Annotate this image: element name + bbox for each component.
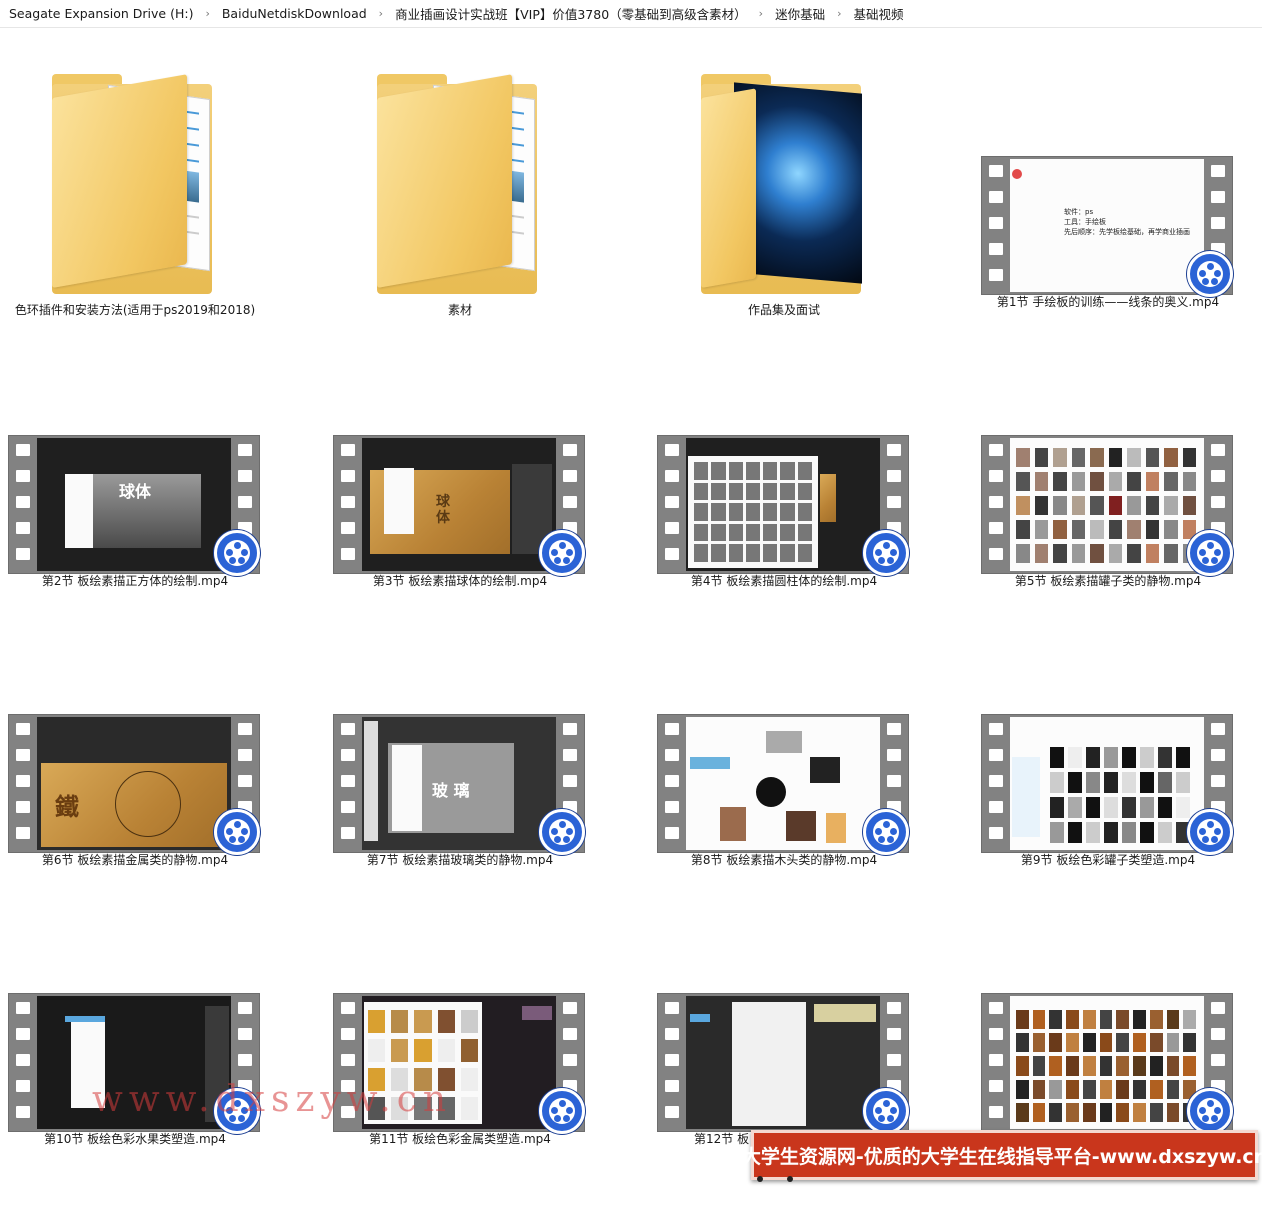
folder-item[interactable]: 色环插件和安装方法(适用于ps2019和2018) <box>0 40 270 317</box>
video-item[interactable]: 球体 第2节 板绘素描正方体的绘制.mp4 <box>0 430 270 670</box>
promo-banner-text: 大学生资源网-优质的大学生在线指导平台-www.dxszyw.cn <box>741 1145 1262 1168</box>
thumb-text-1: 软件：ps <box>1064 208 1094 216</box>
video-item[interactable]: 第8节 板绘素描木头类的静物.mp4 <box>649 709 919 949</box>
player-badge-icon <box>863 809 909 855</box>
player-badge-icon <box>214 530 260 576</box>
item-label: 作品集及面试 <box>747 303 820 317</box>
player-badge-icon <box>1187 1088 1233 1134</box>
item-label: 素材 <box>447 303 472 317</box>
breadcrumb: Seagate Expansion Drive (H:) › BaiduNetd… <box>0 0 1262 28</box>
folder-icon <box>0 40 270 294</box>
player-badge-icon <box>214 809 260 855</box>
item-label: 第1节 手绘板的训练——线条的奥义.mp4 <box>996 295 1220 309</box>
thumb-text-2: 工具：手绘板 <box>1064 218 1106 226</box>
thumb-title: 球体 <box>119 482 152 501</box>
player-badge-icon <box>863 1088 909 1134</box>
item-label: 第8节 板绘素描木头类的静物.mp4 <box>690 853 878 867</box>
item-label: 第7节 板绘素描玻璃类的静物.mp4 <box>366 853 554 867</box>
breadcrumb-mini[interactable]: 迷你基础 <box>772 2 828 25</box>
folder-item[interactable]: 作品集及面试 <box>649 40 919 317</box>
item-label: 第9节 板绘色彩罐子类塑造.mp4 <box>1020 853 1196 867</box>
folder-icon <box>649 40 919 294</box>
video-item[interactable]: 软件：ps 工具：手绘板 先后顺序：先学板绘基础，再学商业插画 第1节 手绘板的… <box>973 151 1243 391</box>
thumb-title: 玻 璃 <box>432 781 470 800</box>
item-label: 第6节 板绘素描金属类的静物.mp4 <box>41 853 229 867</box>
breadcrumb-baidu[interactable]: BaiduNetdiskDownload <box>219 4 370 23</box>
player-badge-icon <box>539 809 585 855</box>
item-label: 第10节 板绘色彩水果类塑造.mp4 <box>44 1132 226 1146</box>
chevron-right-icon: › <box>205 7 210 20</box>
item-label: 第11节 板绘色彩金属类塑造.mp4 <box>369 1132 551 1146</box>
watermark: www.dxszyw.cn <box>92 1079 453 1120</box>
player-badge-icon <box>539 1088 585 1134</box>
player-badge-icon <box>863 530 909 576</box>
breadcrumb-current[interactable]: 基础视频 <box>851 2 907 25</box>
video-item[interactable]: 第5节 板绘素描罐子类的静物.mp4 <box>973 430 1243 670</box>
player-badge-icon <box>1187 251 1233 297</box>
breadcrumb-course[interactable]: 商业插画设计实战班【VIP】价值3780（零基础到高级含素材） <box>392 2 750 25</box>
video-item[interactable] <box>973 988 1243 1228</box>
promo-banner: 大学生资源网-优质的大学生在线指导平台-www.dxszyw.cn <box>742 1130 1262 1180</box>
video-item[interactable]: 第9节 板绘色彩罐子类塑造.mp4 <box>973 709 1243 949</box>
thumb-title: 球 体 <box>436 494 450 526</box>
video-item[interactable]: 第12节 板 <box>649 988 919 1228</box>
folder-icon <box>325 40 595 294</box>
video-item[interactable]: 第4节 板绘素描圆柱体的绘制.mp4 <box>649 430 919 670</box>
player-badge-icon <box>539 530 585 576</box>
video-item[interactable]: 球 体 第3节 板绘素描球体的绘制.mp4 <box>325 430 595 670</box>
banner-dots <box>757 1176 797 1182</box>
player-badge-icon <box>1187 530 1233 576</box>
video-item[interactable]: 鐵 第6节 板绘素描金属类的静物.mp4 <box>0 709 270 949</box>
chevron-right-icon: › <box>837 7 842 20</box>
item-label: 第4节 板绘素描圆柱体的绘制.mp4 <box>690 574 878 588</box>
thumb-text-3: 先后顺序：先学板绘基础，再学商业插画 <box>1064 228 1190 236</box>
folder-item[interactable]: 素材 <box>325 40 595 317</box>
item-label: 第5节 板绘素描罐子类的静物.mp4 <box>1014 574 1202 588</box>
item-label: 第2节 板绘素描正方体的绘制.mp4 <box>41 574 229 588</box>
item-label: 色环插件和安装方法(适用于ps2019和2018) <box>14 303 256 317</box>
player-badge-icon <box>1187 809 1233 855</box>
item-label: 第3节 板绘素描球体的绘制.mp4 <box>372 574 548 588</box>
chevron-right-icon: › <box>378 7 384 20</box>
thumb-title: 鐵 <box>55 792 79 821</box>
breadcrumb-drive[interactable]: Seagate Expansion Drive (H:) <box>6 4 196 23</box>
chevron-right-icon: › <box>758 7 764 20</box>
video-item[interactable]: 玻 璃 第7节 板绘素描玻璃类的静物.mp4 <box>325 709 595 949</box>
